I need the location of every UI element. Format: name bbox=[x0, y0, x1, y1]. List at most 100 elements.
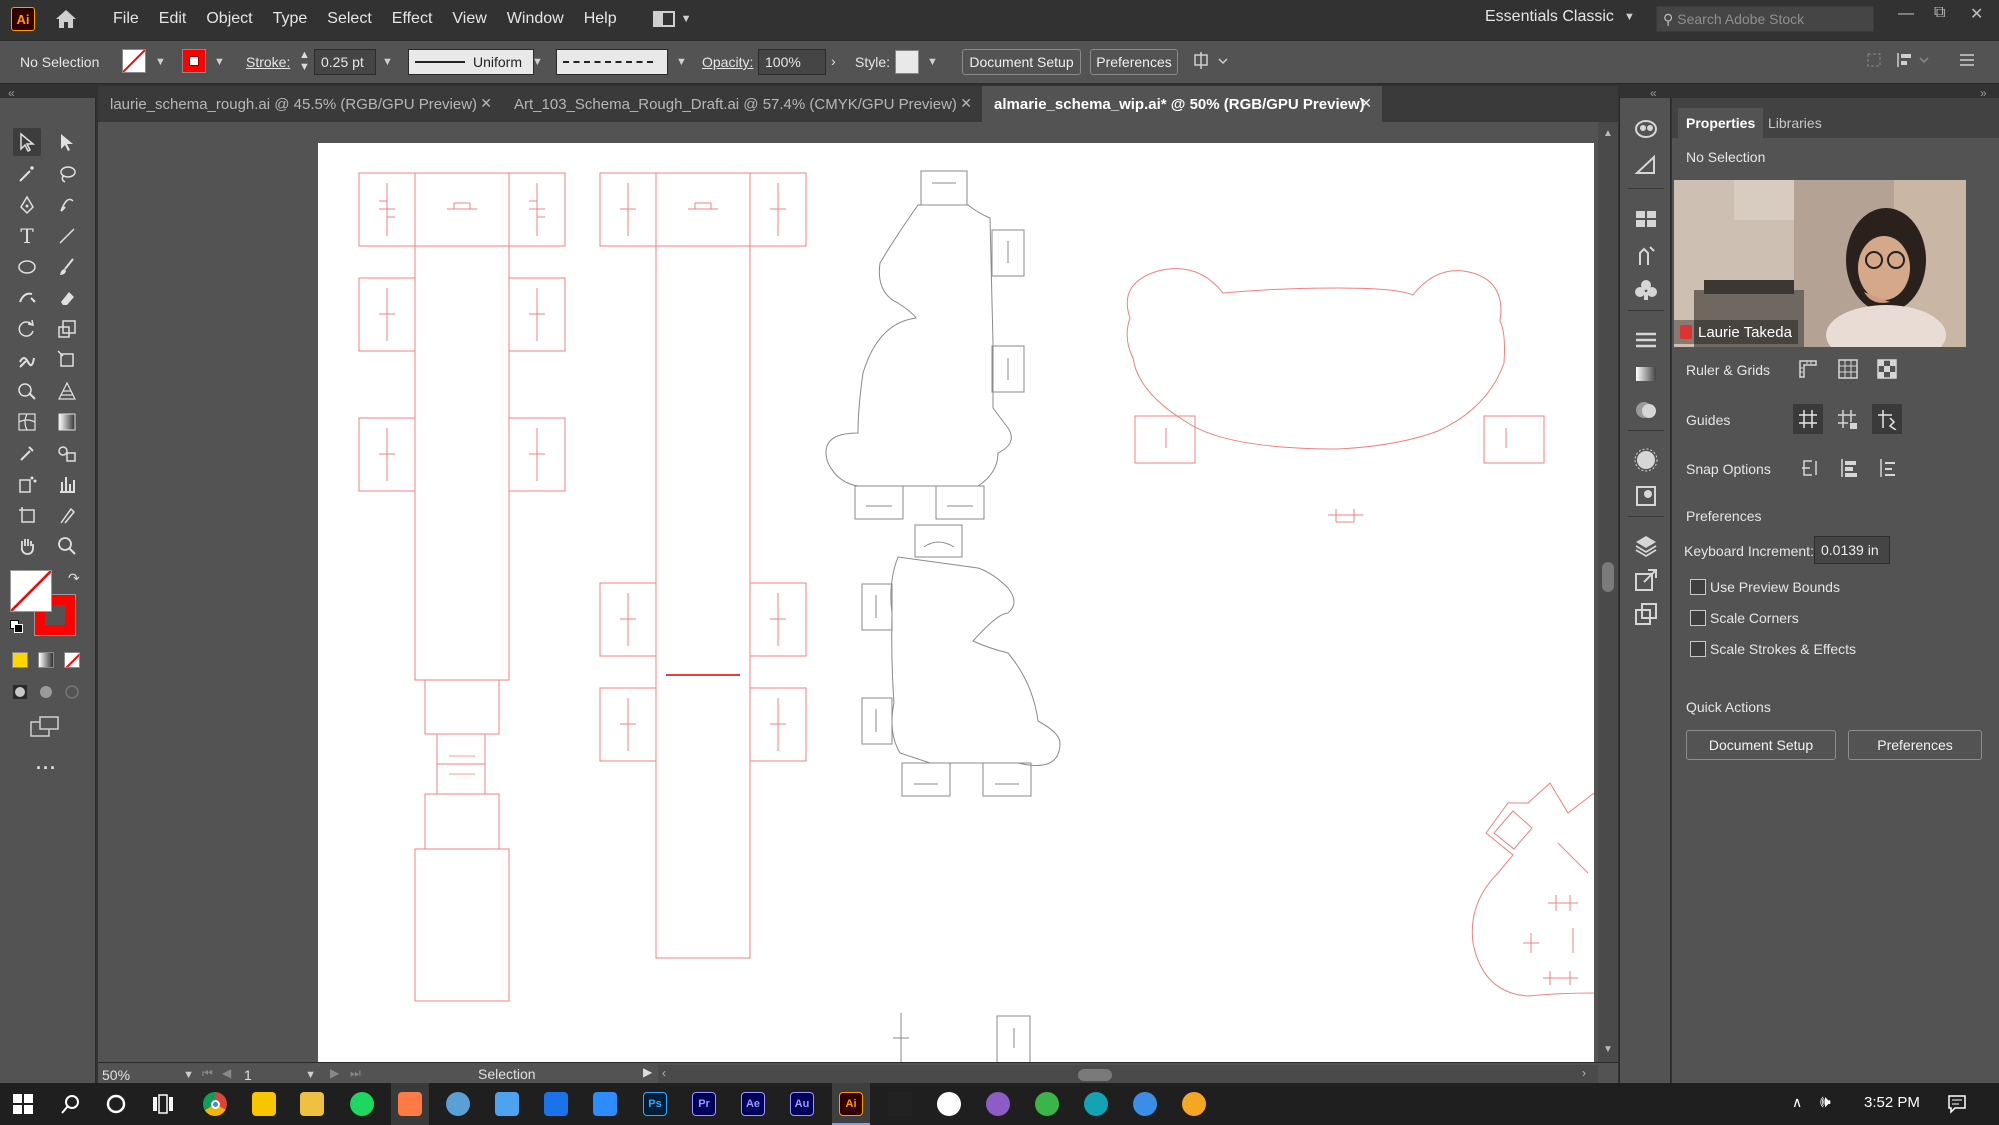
close-icon[interactable]: ✕ bbox=[960, 95, 972, 112]
chrome-icon[interactable] bbox=[203, 1092, 227, 1116]
line-tool-icon[interactable] bbox=[53, 222, 81, 250]
first-artboard-icon[interactable]: ⏮ bbox=[202, 1066, 213, 1081]
pen-tool-icon[interactable] bbox=[13, 191, 41, 219]
windows-start-icon[interactable] bbox=[13, 1094, 33, 1118]
close-window-icon[interactable]: ✕ bbox=[1970, 4, 1983, 24]
scroll-left-icon[interactable]: ‹ bbox=[662, 1066, 666, 1080]
snap-to-glyph-icon[interactable] bbox=[1877, 457, 1899, 483]
brushes-icon[interactable] bbox=[1634, 243, 1658, 271]
opacity-label[interactable]: Opacity: bbox=[702, 54, 753, 70]
none-mode-icon[interactable] bbox=[64, 652, 80, 668]
menu-window[interactable]: Window bbox=[497, 10, 574, 28]
show-guides-icon[interactable] bbox=[1793, 404, 1823, 434]
task-view-icon[interactable] bbox=[152, 1093, 174, 1119]
brush-dropdown-icon[interactable]: ▼ bbox=[676, 56, 687, 68]
last-artboard-icon[interactable]: ⏭ bbox=[350, 1066, 361, 1081]
prev-artboard-icon[interactable]: ◀ bbox=[222, 1066, 231, 1080]
shaper-tool-icon[interactable] bbox=[13, 284, 41, 312]
column-graph-tool-icon[interactable] bbox=[53, 470, 81, 498]
draw-behind-icon[interactable] bbox=[38, 684, 54, 704]
photoshop-icon[interactable]: Ps bbox=[643, 1092, 667, 1116]
ruler-icon[interactable] bbox=[1797, 358, 1819, 384]
app-icon[interactable] bbox=[544, 1092, 568, 1116]
sticky-notes-icon[interactable] bbox=[252, 1092, 276, 1116]
menu-view[interactable]: View bbox=[442, 10, 496, 28]
after-effects-icon[interactable]: Ae bbox=[741, 1092, 765, 1116]
opacity-arrow-icon[interactable]: › bbox=[831, 53, 836, 69]
gradient-tool-icon[interactable] bbox=[53, 408, 81, 436]
fill-dropdown-icon[interactable]: ▼ bbox=[155, 56, 166, 68]
gradient-mode-icon[interactable] bbox=[38, 652, 54, 668]
close-icon[interactable]: ✕ bbox=[1360, 95, 1372, 112]
preferences-button[interactable]: Preferences bbox=[1090, 49, 1178, 75]
stroke-profile-select[interactable]: Uniform bbox=[408, 49, 534, 75]
illustrator-taskbar-icon[interactable]: Ai bbox=[839, 1092, 863, 1116]
grid-icon[interactable] bbox=[1837, 358, 1859, 384]
keyboard-increment-input[interactable]: 0.0139 in bbox=[1814, 536, 1890, 564]
eyedropper-tool-icon[interactable] bbox=[13, 439, 41, 467]
scroll-down-icon[interactable]: ▼ bbox=[1603, 1044, 1613, 1055]
lock-guides-icon[interactable] bbox=[1836, 408, 1858, 434]
spotify-icon[interactable] bbox=[350, 1092, 374, 1116]
screen-mode-icon[interactable] bbox=[30, 716, 60, 742]
lasso-tool-icon[interactable] bbox=[53, 160, 81, 188]
type-tool-icon[interactable]: T bbox=[13, 222, 41, 250]
scroll-right-icon[interactable]: › bbox=[1582, 1066, 1586, 1080]
github-icon[interactable] bbox=[986, 1092, 1010, 1116]
stroke-panel-icon[interactable] bbox=[1634, 330, 1658, 354]
transform-icon[interactable] bbox=[1866, 52, 1882, 72]
tab-document-2[interactable]: Art_103_Schema_Rough_Draft.ai @ 57.4% (C… bbox=[502, 86, 982, 122]
graphic-style-swatch[interactable] bbox=[895, 50, 919, 74]
snap-to-pixel-icon[interactable] bbox=[1838, 457, 1860, 483]
stroke-dropdown-icon[interactable]: ▼ bbox=[214, 56, 225, 68]
panel-preferences-button[interactable]: Preferences bbox=[1848, 730, 1982, 760]
clock[interactable]: 3:52 PM bbox=[1864, 1094, 1920, 1111]
obs-icon[interactable] bbox=[937, 1092, 961, 1116]
style-dropdown-icon[interactable]: ▼ bbox=[927, 56, 938, 68]
ellipse-tool-icon[interactable] bbox=[13, 253, 41, 281]
symbols-icon[interactable] bbox=[1634, 278, 1658, 306]
eraser-tool-icon[interactable] bbox=[53, 284, 81, 312]
rotate-tool-icon[interactable] bbox=[13, 315, 41, 343]
color-mode-icon[interactable] bbox=[12, 652, 28, 668]
shape-builder-tool-icon[interactable] bbox=[13, 377, 41, 405]
brush-definition-select[interactable] bbox=[556, 49, 668, 75]
scale-tool-icon[interactable] bbox=[53, 315, 81, 343]
volume-icon[interactable]: 🕪 bbox=[1820, 1092, 1831, 1112]
gradient-panel-icon[interactable] bbox=[1634, 364, 1658, 388]
snap-to-point-icon[interactable] bbox=[1798, 457, 1820, 483]
menu-select[interactable]: Select bbox=[317, 10, 381, 28]
default-colors-icon[interactable] bbox=[10, 620, 24, 634]
artboard[interactable] bbox=[318, 143, 1594, 1063]
audition-icon[interactable]: Au bbox=[790, 1092, 814, 1116]
asset-export-icon[interactable] bbox=[1634, 154, 1658, 180]
zoom-select[interactable]: 50% ▼ bbox=[102, 1065, 194, 1085]
magic-wand-tool-icon[interactable] bbox=[13, 160, 41, 188]
artboard-number-select[interactable]: 1 ▼ bbox=[244, 1065, 316, 1085]
transparency-grid-icon[interactable] bbox=[1876, 358, 1898, 384]
use-preview-bounds-checkbox[interactable] bbox=[1690, 579, 1706, 595]
panel-menu-icon[interactable] bbox=[1958, 52, 1976, 72]
symbol-sprayer-tool-icon[interactable] bbox=[13, 470, 41, 498]
scale-strokes-checkbox[interactable] bbox=[1690, 641, 1706, 657]
swatches-icon[interactable] bbox=[1634, 208, 1658, 234]
profile-dropdown-icon[interactable]: ▼ bbox=[532, 56, 543, 68]
perspective-grid-tool-icon[interactable] bbox=[53, 377, 81, 405]
premiere-icon[interactable]: Pr bbox=[692, 1092, 716, 1116]
free-transform-tool-icon[interactable] bbox=[53, 346, 81, 374]
minimize-icon[interactable]: — bbox=[1898, 5, 1914, 23]
vertical-scrollbar[interactable]: ▲ ▼ bbox=[1598, 122, 1618, 1062]
document-setup-button[interactable]: Document Setup bbox=[962, 49, 1081, 75]
draw-inside-icon[interactable] bbox=[64, 684, 80, 704]
export-icon[interactable] bbox=[1634, 568, 1658, 596]
stock-search-field[interactable]: ⚲ Search Adobe Stock bbox=[1656, 6, 1874, 32]
warp-tool-icon[interactable] bbox=[13, 346, 41, 374]
transparency-icon[interactable] bbox=[1634, 398, 1658, 426]
appearance-icon[interactable] bbox=[1634, 448, 1658, 476]
paintbrush-tool-icon[interactable] bbox=[53, 253, 81, 281]
layers-icon[interactable] bbox=[1634, 534, 1658, 562]
panel-document-setup-button[interactable]: Document Setup bbox=[1686, 730, 1836, 760]
horizontal-scroll-thumb[interactable] bbox=[1078, 1069, 1112, 1081]
stroke-stepper-icon[interactable]: ▲ ▼ bbox=[299, 49, 310, 73]
stroke-swatch[interactable] bbox=[182, 49, 206, 73]
